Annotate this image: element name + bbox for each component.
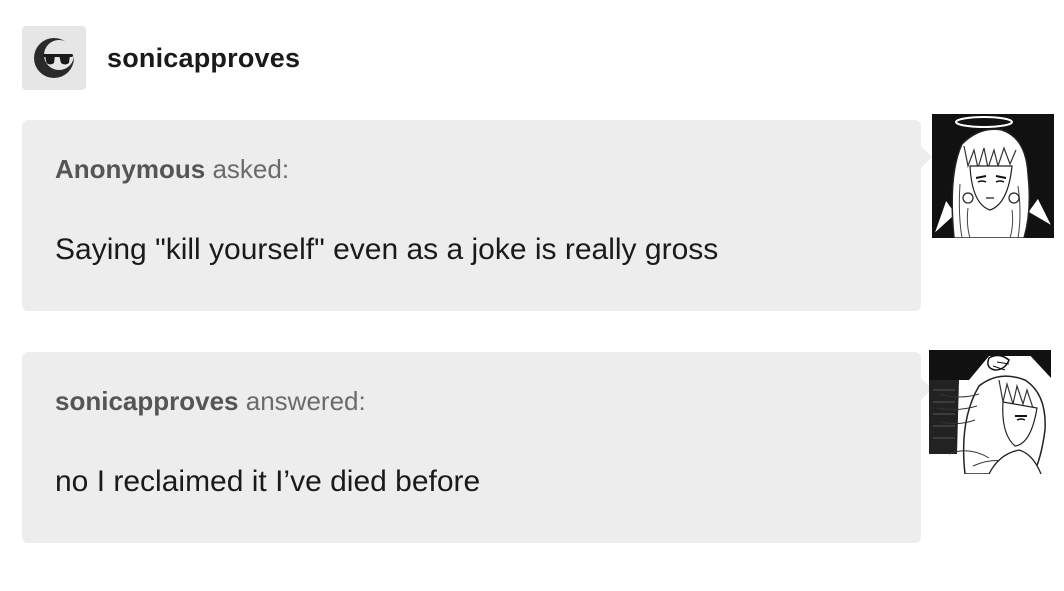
blog-avatar[interactable]	[22, 26, 86, 90]
ask-message: Saying "kill yourself" even as a joke is…	[55, 233, 719, 266]
ask-attribution: Anonymous asked:	[55, 154, 289, 185]
asker-name: Anonymous	[55, 154, 206, 184]
post: sonicapproves Anonymous asked: Saying "k…	[0, 0, 1064, 591]
answerer-avatar[interactable]	[929, 350, 1051, 474]
ask-bubble: Anonymous asked: Saying "kill yourself" …	[22, 120, 932, 311]
asked-verb: asked:	[212, 154, 290, 184]
answer-attribution: sonicapproves answered:	[55, 386, 366, 417]
answerer-name: sonicapproves	[55, 386, 239, 416]
post-header: sonicapproves	[22, 26, 300, 90]
manga-girl-profile-avatar	[929, 350, 1051, 474]
answer-message: no I reclaimed it I’ve died before	[55, 465, 481, 498]
answered-verb: answered:	[245, 386, 366, 416]
sunglasses-moon-icon	[34, 38, 74, 78]
answer-bubble: sonicapproves answered: no I reclaimed i…	[22, 352, 932, 543]
manga-angel-girl-avatar	[932, 114, 1054, 238]
asker-avatar[interactable]	[932, 114, 1054, 238]
blog-name-link[interactable]: sonicapproves	[107, 43, 300, 74]
